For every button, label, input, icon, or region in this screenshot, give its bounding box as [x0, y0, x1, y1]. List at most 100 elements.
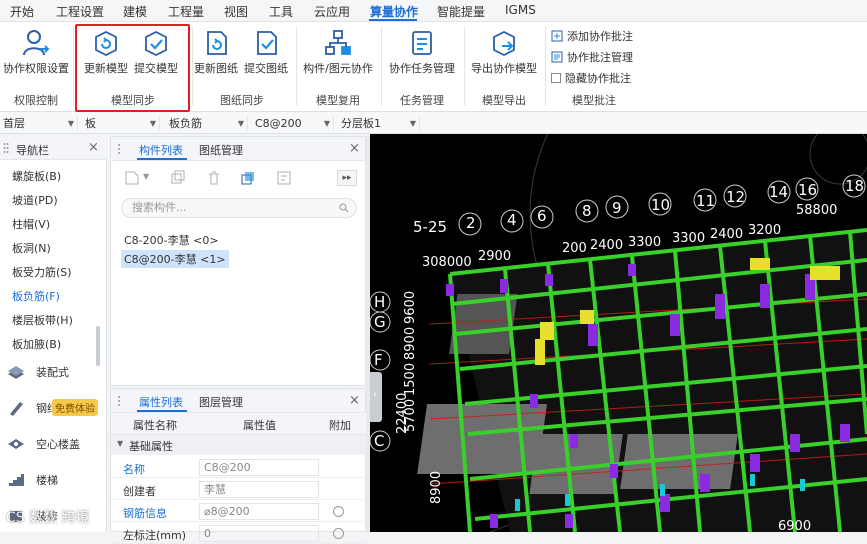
- filter-icon[interactable]: [275, 170, 293, 186]
- property-row[interactable]: 钢筋信息 ⌀8@200: [111, 501, 367, 522]
- permission-settings-button[interactable]: 协作权限设置: [3, 28, 69, 76]
- axis-label-top: 14: [769, 183, 788, 201]
- menu-tools[interactable]: 工具: [269, 3, 293, 20]
- update-drawing-button[interactable]: 更新图纸: [192, 28, 240, 76]
- task-management-button[interactable]: 协作任务管理: [386, 28, 458, 76]
- menu-collaboration[interactable]: 算量协作: [370, 3, 418, 20]
- property-row[interactable]: 创建者 李慧: [111, 479, 367, 500]
- hollow-slab-icon: [8, 439, 24, 449]
- add-annotation-icon: [551, 30, 563, 42]
- menu-smart-extract[interactable]: 智能提量: [437, 3, 485, 20]
- property-section-basic[interactable]: ▼ 基础属性: [111, 435, 367, 455]
- drawing-canvas[interactable]: 5-25 2 4 6 8 9 10 11 12 14 16 18 H G F C…: [370, 134, 867, 532]
- type-select[interactable]: 板负筋 ▼: [166, 115, 248, 131]
- category-select[interactable]: 板 ▼: [82, 115, 160, 131]
- nav-group-stair[interactable]: 楼梯: [0, 466, 107, 494]
- menu-project-settings[interactable]: 工程设置: [56, 3, 104, 20]
- tab-layer-management[interactable]: 图层管理: [199, 394, 243, 410]
- layer-copy-icon[interactable]: [239, 170, 257, 186]
- property-value[interactable]: 李慧: [199, 481, 319, 498]
- submit-drawing-button[interactable]: 提交图纸: [242, 28, 290, 76]
- copy-icon[interactable]: [169, 170, 187, 186]
- property-name: 名称: [123, 463, 145, 476]
- attach-radio[interactable]: [333, 528, 344, 539]
- property-value[interactable]: ⌀8@200: [199, 503, 319, 520]
- watermark: CS 数数 跨境: [6, 510, 90, 526]
- drag-grip-icon[interactable]: [117, 395, 121, 407]
- hide-annotation-checkbox[interactable]: [551, 73, 561, 83]
- menu-active-indicator: [369, 19, 417, 21]
- hide-annotation-toggle[interactable]: 隐藏协作批注: [551, 70, 631, 86]
- property-row[interactable]: 左标注(mm) 0: [111, 523, 367, 544]
- nav-item[interactable]: 柱帽(V): [12, 216, 50, 232]
- drag-grip-icon[interactable]: [117, 143, 121, 155]
- nav-item[interactable]: 板加腋(B): [12, 336, 61, 352]
- search-icon[interactable]: [339, 203, 349, 213]
- menu-cloud[interactable]: 云应用: [314, 3, 350, 20]
- axis-label-top: 5-25: [413, 218, 447, 236]
- dimension-text-vertical: 8900: [403, 327, 418, 360]
- navigation-panel: 导航栏 × 螺旋板(B) 坡道(PD) 柱帽(V) 板洞(N) 板受力筋(S) …: [0, 136, 107, 532]
- export-model-button[interactable]: 导出协作模型: [468, 28, 540, 76]
- close-icon[interactable]: ×: [349, 393, 360, 408]
- menu-igms[interactable]: IGMS: [505, 3, 536, 17]
- axis-label-left: F: [374, 351, 383, 369]
- menu-modeling[interactable]: 建模: [123, 3, 147, 20]
- nav-group-prefab[interactable]: 装配式: [0, 358, 107, 386]
- property-value[interactable]: C8@200: [199, 459, 319, 476]
- property-row[interactable]: 名称 C8@200: [111, 457, 367, 478]
- dimension-text: 3300: [672, 231, 705, 246]
- navigation-header: 导航栏 ×: [0, 136, 107, 160]
- free-trial-badge[interactable]: 免费体验: [52, 399, 98, 416]
- column-header: 属性值: [243, 419, 276, 432]
- drag-grip-icon[interactable]: [3, 142, 9, 154]
- axis-label-left: G: [374, 313, 386, 331]
- nav-item-active[interactable]: 板负筋(F): [12, 288, 60, 304]
- dimension-text: 200: [562, 241, 587, 256]
- delete-icon[interactable]: [205, 170, 223, 186]
- tab-property-list[interactable]: 属性列表: [139, 394, 183, 410]
- group-label-model-export: 模型导出: [482, 94, 526, 107]
- chevron-down-icon[interactable]: ▼: [143, 172, 149, 181]
- nav-item[interactable]: 螺旋板(B): [12, 168, 61, 184]
- property-value[interactable]: 0: [199, 525, 319, 542]
- hide-annotation-label: 隐藏协作批注: [565, 72, 631, 85]
- nav-item[interactable]: 板受力筋(S): [12, 264, 72, 280]
- tab-drawing-management[interactable]: 图纸管理: [199, 142, 243, 158]
- attach-radio[interactable]: [333, 506, 344, 517]
- menu-start[interactable]: 开始: [10, 3, 34, 20]
- close-icon[interactable]: ×: [88, 140, 99, 155]
- close-icon[interactable]: ×: [349, 141, 360, 156]
- nav-item[interactable]: 楼层板带(H): [12, 312, 73, 328]
- tab-active-indicator: [137, 158, 187, 160]
- add-annotation-button[interactable]: 添加协作批注: [551, 28, 633, 44]
- axis-label-top: 10: [651, 196, 670, 214]
- tab-component-list[interactable]: 构件列表: [139, 142, 183, 158]
- component-item[interactable]: C8-200-李慧 <0>: [121, 231, 222, 249]
- group-separator: [73, 26, 74, 106]
- nav-item[interactable]: 板洞(N): [12, 240, 51, 256]
- new-component-icon[interactable]: [123, 170, 141, 186]
- component-collab-button[interactable]: 构件/图元协作: [302, 28, 374, 76]
- dimension-text-vertical: 8900: [429, 471, 444, 504]
- floor-select[interactable]: 首层 ▼: [0, 115, 78, 131]
- menu-view[interactable]: 视图: [224, 3, 248, 20]
- expand-more-button[interactable]: ▸▸: [337, 170, 357, 186]
- dimension-text: 308000: [422, 255, 472, 270]
- nav-group-hollow-slab[interactable]: 空心楼盖: [0, 430, 107, 458]
- manage-annotation-button[interactable]: 协作批注管理: [551, 49, 633, 65]
- collapse-panel-handle[interactable]: ‹: [370, 372, 382, 422]
- search-input[interactable]: 搜索构件...: [121, 198, 357, 218]
- filter-bar: 首层 ▼ 板 ▼ 板负筋 ▼ C8@200 ▼ 分层板1 ▼: [0, 112, 867, 134]
- dimension-text: 3300: [628, 235, 661, 250]
- menu-quantity[interactable]: 工程量: [168, 3, 204, 20]
- navigation-title: 导航栏: [16, 144, 49, 157]
- group-label-task-management: 任务管理: [400, 94, 444, 107]
- chevron-down-icon: ▼: [67, 118, 74, 128]
- layer-select[interactable]: 分层板1 ▼: [338, 115, 420, 131]
- property-tabbar: 属性列表 图层管理 ×: [111, 389, 365, 413]
- component-select[interactable]: C8@200 ▼: [252, 115, 334, 131]
- nav-item[interactable]: 坡道(PD): [12, 192, 58, 208]
- dimension-text-vertical: 1500: [403, 363, 418, 396]
- component-item-selected[interactable]: C8@200-李慧 <1>: [121, 250, 229, 268]
